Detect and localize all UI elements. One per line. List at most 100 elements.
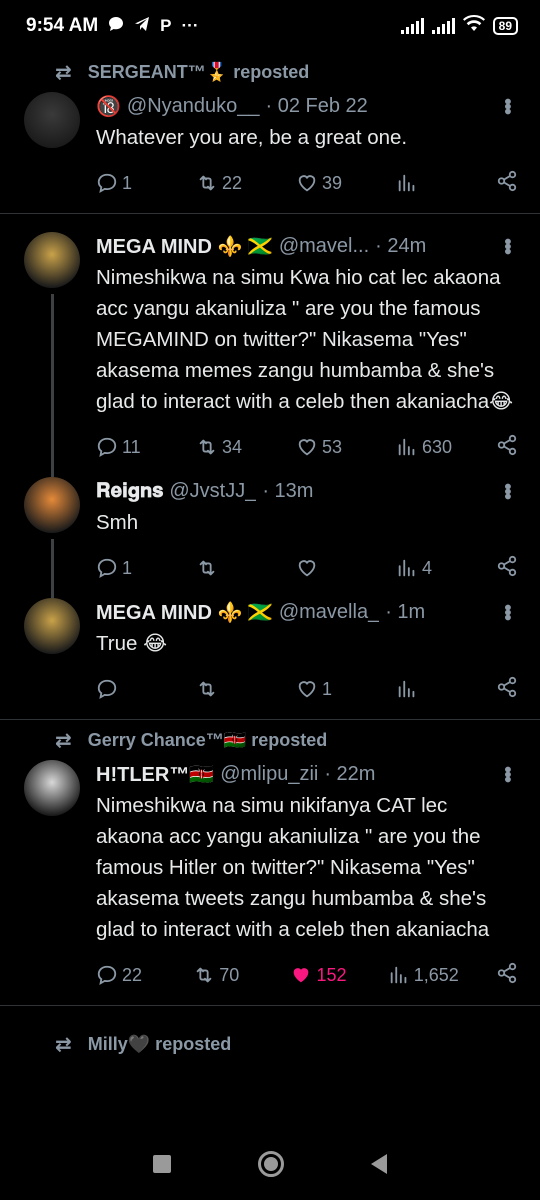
retweet-button[interactable]: 22 [196,172,256,194]
tweet-header: MEGA MIND ⚜️ 🇯🇲 @mavel... · 24m ••• [96,232,518,260]
signal-icon-2 [431,18,455,34]
share-button[interactable] [496,676,518,703]
recents-button[interactable] [153,1154,172,1173]
retweet-icon [196,557,218,579]
reply-icon [96,964,118,986]
home-button[interactable] [257,1150,284,1177]
author-handle[interactable]: @Nyanduko__ [127,95,260,118]
retweet-count: 70 [219,964,240,985]
like-icon [296,557,318,579]
timeline-feed[interactable]: ⇄ SERGEANT™🎖️ reposted 🔞 @Nyanduko__ · 02 Fe… [0,52,540,1127]
share-button[interactable] [496,555,518,582]
reply-count: 1 [122,557,133,578]
retweet-button[interactable]: 34 [196,436,256,458]
retweet-button[interactable] [196,557,256,579]
tweet-header: 𝐑𝐞𝐢𝐠𝐧𝐬 @JvstJJ_ · 13m ••• [96,477,518,505]
thread-line [50,539,54,598]
retweet-button[interactable]: 70 [193,964,253,986]
share-icon [496,434,518,461]
author-name[interactable]: MEGA MIND ⚜️ 🇯🇲 [96,600,273,625]
tweet-time[interactable]: · 1m [385,601,425,624]
signal-icon-1 [400,18,424,34]
notification-icons: P ··· [108,16,198,37]
views-button[interactable] [396,678,456,700]
tweet-time[interactable]: · 24m [375,235,426,258]
reply-count: 1 [122,172,133,193]
tweet-time[interactable]: · 22m [324,763,375,786]
author-name[interactable]: 𝐑𝐞𝐢𝐠𝐧𝐬 [96,480,163,503]
divider [0,1005,540,1006]
views-button[interactable]: 630 [396,436,456,458]
avatar[interactable] [24,598,80,654]
views-button[interactable]: 1,652 [388,964,459,986]
author-handle[interactable]: @mavel... [279,235,369,258]
more-dots-icon: ··· [181,16,199,35]
like-icon [296,172,318,194]
more-options-icon[interactable]: ••• [495,604,518,619]
author-name[interactable]: MEGA MIND ⚜️ 🇯🇲 [96,234,273,259]
like-button[interactable]: 53 [296,436,356,458]
retweet-button[interactable] [196,678,256,700]
avatar[interactable] [24,92,80,148]
status-time: 9:54 AM [26,15,99,36]
more-options-icon[interactable]: ••• [495,766,518,781]
like-count: 39 [322,172,343,193]
more-options-icon[interactable]: ••• [495,483,518,498]
reply-icon [96,436,118,458]
retweet-count: 34 [222,436,243,457]
reply-button[interactable]: 1 [96,172,156,194]
author-handle[interactable]: @mavella_ [279,601,379,624]
like-count: 1 [322,678,333,699]
like-icon [296,678,318,700]
tweet-text: Smh [96,511,139,534]
repost-label: Gerry Chance™🇰🇪 reposted [87,729,328,750]
avatar-column [22,232,82,477]
author-handle[interactable]: @JvstJJ_ [169,480,256,503]
views-icon [396,557,418,579]
like-button[interactable]: 39 [296,172,356,194]
avatar-column [22,760,82,1005]
like-button[interactable] [296,557,356,579]
tweet-body: 𝐑𝐞𝐢𝐠𝐧𝐬 @JvstJJ_ · 13m ••• Smh 1 4 [82,477,518,598]
reply-icon [96,678,118,700]
thread-line [50,294,54,477]
share-button[interactable] [496,434,518,461]
avatar[interactable] [24,477,80,533]
avatar[interactable] [24,232,80,288]
reply-button[interactable]: 11 [96,436,156,458]
battery-icon: 89 [492,17,518,35]
repost-indicator: ⇄ SERGEANT™🎖️ reposted [0,52,540,92]
back-button[interactable] [370,1153,387,1174]
more-options-icon[interactable]: ••• [495,98,518,113]
tweet[interactable]: 𝐑𝐞𝐢𝐠𝐧𝐬 @JvstJJ_ · 13m ••• Smh 1 4 [0,477,540,598]
repost-label: Milly🖤 reposted [87,1033,232,1054]
like-button[interactable]: 152 [290,964,350,986]
views-count: 630 [422,436,453,457]
tweet[interactable]: MEGA MIND ⚜️ 🇯🇲 @mavella_ · 1m ••• True 😂 1 [0,598,540,719]
tweet-time[interactable]: · 13m [262,480,313,503]
tweet-body: 🔞 @Nyanduko__ · 02 Feb 22 ••• Whatever you a… [82,92,518,213]
views-button[interactable]: 4 [396,557,456,579]
author-name[interactable]: H!TLER™🇰🇪 [96,762,214,787]
like-button[interactable]: 1 [296,678,356,700]
avatar[interactable] [24,760,80,816]
tweet[interactable]: H!TLER™🇰🇪 @mlipu_zii · 22m ••• Nimeshikwa na… [0,760,540,1005]
reply-button[interactable]: 1 [96,557,156,579]
retweet-icon [193,964,215,986]
retweet-icon [196,678,218,700]
tweet[interactable]: 🔞 @Nyanduko__ · 02 Feb 22 ••• Whatever you a… [0,92,540,213]
share-button[interactable] [496,170,518,197]
share-icon [496,962,518,989]
views-button[interactable] [396,172,456,194]
status-bar: 9:54 AM P ··· 89 [0,0,540,52]
share-button[interactable] [496,962,518,989]
reply-button[interactable]: 22 [96,964,156,986]
tweet-header: H!TLER™🇰🇪 @mlipu_zii · 22m ••• [96,760,518,788]
tweet-header: 🔞 @Nyanduko__ · 02 Feb 22 ••• [96,92,518,120]
tweet[interactable]: MEGA MIND ⚜️ 🇯🇲 @mavel... · 24m ••• Nimeshik… [0,232,540,477]
author-handle[interactable]: @mlipu_zii [220,763,318,786]
reply-button[interactable] [96,678,156,700]
views-icon [396,436,418,458]
tweet-time[interactable]: · 02 Feb 22 [266,95,368,118]
more-options-icon[interactable]: ••• [495,238,518,253]
